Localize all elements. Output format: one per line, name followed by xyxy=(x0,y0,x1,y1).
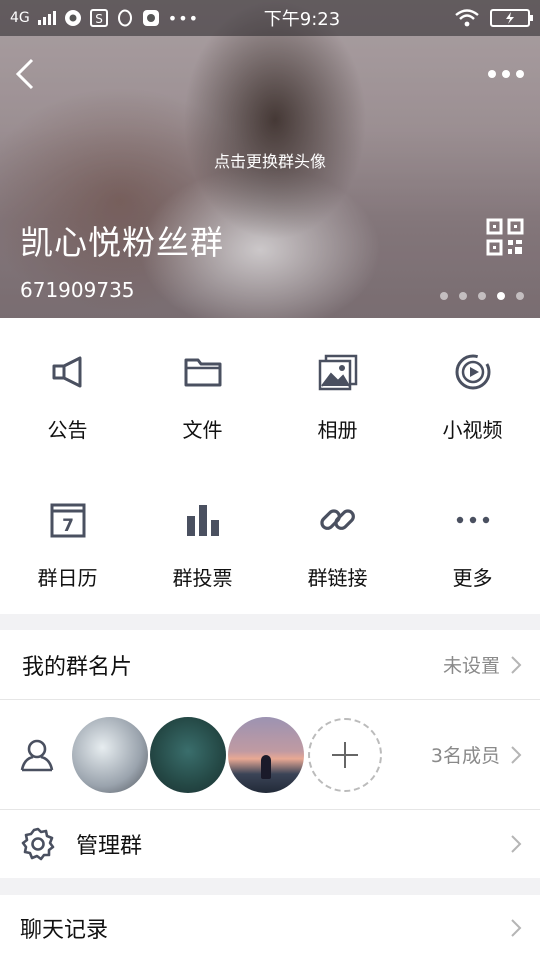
manage-group-row[interactable]: 管理群 xyxy=(0,810,540,878)
grid-item-label: 群日历 xyxy=(37,566,98,590)
my-group-card-value: 未设置 xyxy=(442,655,500,677)
page-dot-active xyxy=(497,292,505,300)
grid-item-files[interactable]: 文件 xyxy=(135,318,270,466)
video-icon xyxy=(453,352,493,392)
page-dot xyxy=(478,292,486,300)
banner-page-indicator xyxy=(440,292,524,300)
megaphone-icon xyxy=(48,352,88,392)
link-icon xyxy=(318,500,358,540)
chevron-right-icon xyxy=(511,835,522,853)
qr-code-button[interactable] xyxy=(486,218,524,256)
folder-icon xyxy=(183,352,223,392)
chevron-right-icon xyxy=(511,918,522,937)
grid-item-label: 文件 xyxy=(182,418,223,442)
chat-history-row[interactable]: 聊天记录 xyxy=(0,895,540,960)
more-dot xyxy=(488,70,496,78)
page-dot xyxy=(440,292,448,300)
page-dot xyxy=(516,292,524,300)
grid-item-link[interactable]: 群链接 xyxy=(270,466,405,614)
member-avatar[interactable] xyxy=(150,716,226,793)
members-row[interactable]: 3名成员 xyxy=(0,700,540,810)
signal-icon xyxy=(37,11,56,25)
wifi-icon xyxy=(454,9,480,27)
grid-item-short-video[interactable]: 小视频 xyxy=(405,318,540,466)
my-group-card-row[interactable]: 我的群名片 未设置 xyxy=(0,630,540,700)
member-avatar[interactable] xyxy=(228,716,304,793)
network-type: 4G xyxy=(10,10,30,26)
group-header-banner[interactable]: 点击更换群头像 凯心悦粉丝群 671909735 xyxy=(0,0,540,318)
add-member-button[interactable] xyxy=(308,717,382,792)
more-options-button[interactable] xyxy=(488,64,526,84)
manage-group-title: 管理群 xyxy=(76,834,143,859)
page-dot xyxy=(459,292,467,300)
grid-item-label: 群链接 xyxy=(307,566,368,590)
app-notification-icon xyxy=(64,9,82,27)
group-name: 凯心悦粉丝群 xyxy=(20,223,224,262)
chat-history-title: 聊天记录 xyxy=(20,917,109,943)
grid-item-label: 相册 xyxy=(317,418,358,442)
grid-item-announcement[interactable]: 公告 xyxy=(0,318,135,466)
more-dot xyxy=(516,70,524,78)
grid-item-calendar[interactable]: 7 群日历 xyxy=(0,466,135,614)
calendar-icon: 7 xyxy=(48,500,88,540)
members-icon xyxy=(20,739,54,771)
qr-code-icon xyxy=(486,218,524,256)
gear-icon xyxy=(21,827,55,861)
calendar-day: 7 xyxy=(62,516,74,536)
change-avatar-hint[interactable]: 点击更换群头像 xyxy=(0,148,540,172)
svg-text:S: S xyxy=(95,12,103,26)
more-dots-icon xyxy=(453,500,493,540)
clock: 下午9:23 xyxy=(263,9,341,30)
s-app-icon: S xyxy=(89,9,108,27)
my-group-card-title: 我的群名片 xyxy=(22,654,133,680)
grid-item-more[interactable]: 更多 xyxy=(405,466,540,614)
battery-icon xyxy=(490,9,533,27)
member-count: 3名成员 xyxy=(430,745,500,767)
chevron-right-icon xyxy=(511,655,522,674)
qq-icon xyxy=(116,9,134,27)
more-dot xyxy=(502,70,510,78)
grid-item-vote[interactable]: 群投票 xyxy=(135,466,270,614)
back-arrow-icon xyxy=(15,58,34,90)
grid-item-label: 公告 xyxy=(47,418,88,442)
back-button[interactable] xyxy=(12,56,42,92)
member-avatar[interactable] xyxy=(72,716,148,793)
plus-icon xyxy=(332,741,358,768)
vote-chart-icon xyxy=(183,500,223,540)
chevron-right-icon xyxy=(511,745,522,764)
grid-item-label: 更多 xyxy=(452,566,493,590)
status-bar: 4G S ••• 下午9:23 xyxy=(0,0,540,36)
album-icon xyxy=(318,352,358,392)
grid-item-album[interactable]: 相册 xyxy=(270,318,405,466)
group-id: 671909735 xyxy=(20,278,135,302)
grid-item-label: 小视频 xyxy=(442,418,503,442)
function-grid: 公告 文件 相册 小视频 7 群日历 群投票 群链接 更多 xyxy=(0,318,540,614)
grid-item-label: 群投票 xyxy=(172,566,233,590)
